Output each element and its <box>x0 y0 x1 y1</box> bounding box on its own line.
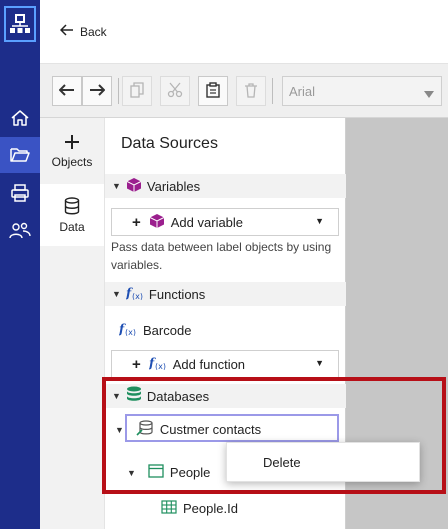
function-icon: f (x) <box>118 322 137 339</box>
print-icon[interactable] <box>0 175 40 211</box>
users-icon[interactable] <box>0 213 40 249</box>
panel-title: Data Sources <box>121 135 218 152</box>
font-family-value: Arial <box>289 84 316 99</box>
plus-icon: + <box>132 213 141 231</box>
add-variable-button[interactable]: + Add variable ▼ <box>111 208 339 236</box>
redo-button[interactable] <box>82 76 112 106</box>
add-variable-label: Add variable <box>170 214 244 230</box>
add-function-button[interactable]: + f (x) Add function ▼ <box>111 350 339 378</box>
side-tabs: Objects Data <box>40 118 104 529</box>
add-function-label: Add function <box>172 356 246 372</box>
section-databases-label: Databases <box>146 388 210 404</box>
scissors-icon <box>167 82 183 101</box>
delete-button[interactable] <box>236 76 266 106</box>
toolbar-divider <box>118 78 119 104</box>
caret-down-icon: ▼ <box>112 181 121 191</box>
undo-button[interactable] <box>52 76 82 106</box>
svg-text:(x): (x) <box>132 292 143 300</box>
chevron-down-icon <box>424 86 434 101</box>
back-button[interactable]: Back <box>59 24 107 39</box>
database-stack-icon <box>126 386 142 406</box>
caret-down-icon: ▼ <box>315 358 324 368</box>
cube-icon <box>149 213 165 232</box>
home-icon[interactable] <box>0 100 40 136</box>
section-variables-label: Variables <box>146 178 201 194</box>
section-functions-header[interactable]: ▼ f (x) Functions <box>105 282 346 306</box>
font-family-select[interactable]: Arial <box>282 76 442 106</box>
svg-text:(x): (x) <box>155 362 166 370</box>
caret-down-icon: ▼ <box>115 424 124 435</box>
database-connection-label: Custmer contacts <box>159 422 262 437</box>
svg-text:(x): (x) <box>125 328 136 336</box>
plus-icon <box>64 134 80 153</box>
toolbar-divider <box>272 78 273 104</box>
tab-data[interactable]: Data <box>40 184 104 246</box>
cube-icon <box>126 177 142 196</box>
function-item-label: Barcode <box>143 323 192 338</box>
database-connection-icon <box>136 420 154 439</box>
cut-button[interactable] <box>160 76 190 106</box>
clipboard-icon <box>206 81 220 101</box>
variables-description: Pass data between label objects by using… <box>111 240 332 272</box>
database-table-label: People <box>169 465 211 480</box>
caret-down-icon: ▼ <box>112 289 121 299</box>
function-item-barcode[interactable]: f (x) Barcode <box>118 322 192 339</box>
caret-down-icon: ▼ <box>127 467 136 478</box>
database-icon <box>64 196 80 218</box>
caret-down-icon: ▼ <box>315 216 324 226</box>
tab-objects[interactable]: Objects <box>40 120 104 182</box>
undo-icon <box>58 83 75 100</box>
database-field-row[interactable]: People.Id <box>161 500 238 517</box>
database-table-row[interactable]: ▼ People <box>127 464 210 481</box>
delete-menu-item[interactable]: Delete <box>263 455 301 470</box>
back-label: Back <box>80 24 107 39</box>
trash-icon <box>244 82 258 101</box>
plus-icon: + <box>132 355 141 373</box>
copy-button[interactable] <box>122 76 152 106</box>
field-grid-icon <box>161 500 177 517</box>
section-variables-header[interactable]: ▼ Variables <box>105 174 346 198</box>
top-bar: Back <box>40 0 448 64</box>
tab-objects-label: Objects <box>51 154 93 169</box>
toolbar: Arial <box>40 64 448 118</box>
arrow-left-icon <box>59 24 74 39</box>
function-icon: f (x) <box>148 356 167 373</box>
context-menu: Delete <box>226 442 420 482</box>
database-connection-row[interactable]: ▼ Custmer contacts <box>115 420 261 439</box>
section-databases-header[interactable]: ▼ Databases <box>105 384 346 408</box>
paste-button[interactable] <box>198 76 228 106</box>
tab-data-label: Data <box>59 219 85 234</box>
folder-open-icon[interactable] <box>0 137 40 173</box>
caret-down-icon: ▼ <box>112 391 121 401</box>
function-icon: f (x) <box>125 286 144 303</box>
copy-icon <box>130 81 144 101</box>
app-logo-icon[interactable] <box>4 6 36 42</box>
table-icon <box>148 464 164 481</box>
database-field-label: People.Id <box>183 501 238 516</box>
redo-icon <box>89 83 106 100</box>
app-rail <box>0 0 40 529</box>
section-functions-label: Functions <box>148 286 206 302</box>
